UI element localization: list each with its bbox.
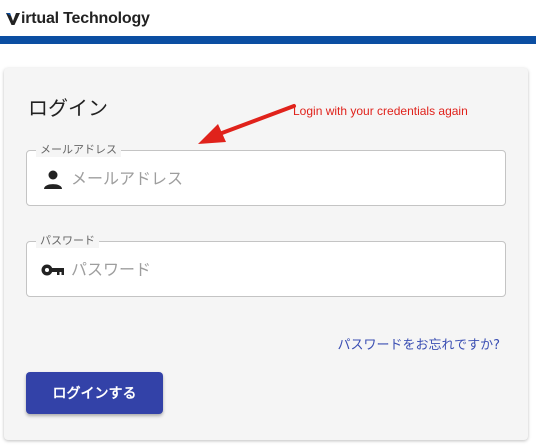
login-button[interactable]: ログインする <box>26 372 163 414</box>
annotation-text: Login with your credentials again <box>293 104 468 118</box>
person-icon <box>44 170 62 189</box>
login-title: ログイン <box>28 96 108 120</box>
password-input[interactable] <box>71 252 491 286</box>
email-field-label: メールアドレス <box>36 143 121 157</box>
app-header: irtual Technology <box>0 0 536 44</box>
email-input[interactable] <box>71 161 491 195</box>
header-accent-bar <box>0 36 536 44</box>
brand-name: irtual Technology <box>21 10 150 27</box>
password-field-label: パスワード <box>36 234 99 248</box>
login-card: ログイン Login with your credentials again メ… <box>4 68 528 440</box>
annotation-arrow-icon <box>198 104 296 144</box>
email-field[interactable]: メールアドレス <box>26 143 506 206</box>
logo-v-icon <box>6 13 20 25</box>
brand-logo[interactable]: irtual Technology <box>6 10 150 28</box>
forgot-password-link[interactable]: パスワードをお忘れですか? <box>337 334 500 353</box>
key-icon <box>41 264 64 276</box>
password-field[interactable]: パスワード <box>26 234 506 297</box>
